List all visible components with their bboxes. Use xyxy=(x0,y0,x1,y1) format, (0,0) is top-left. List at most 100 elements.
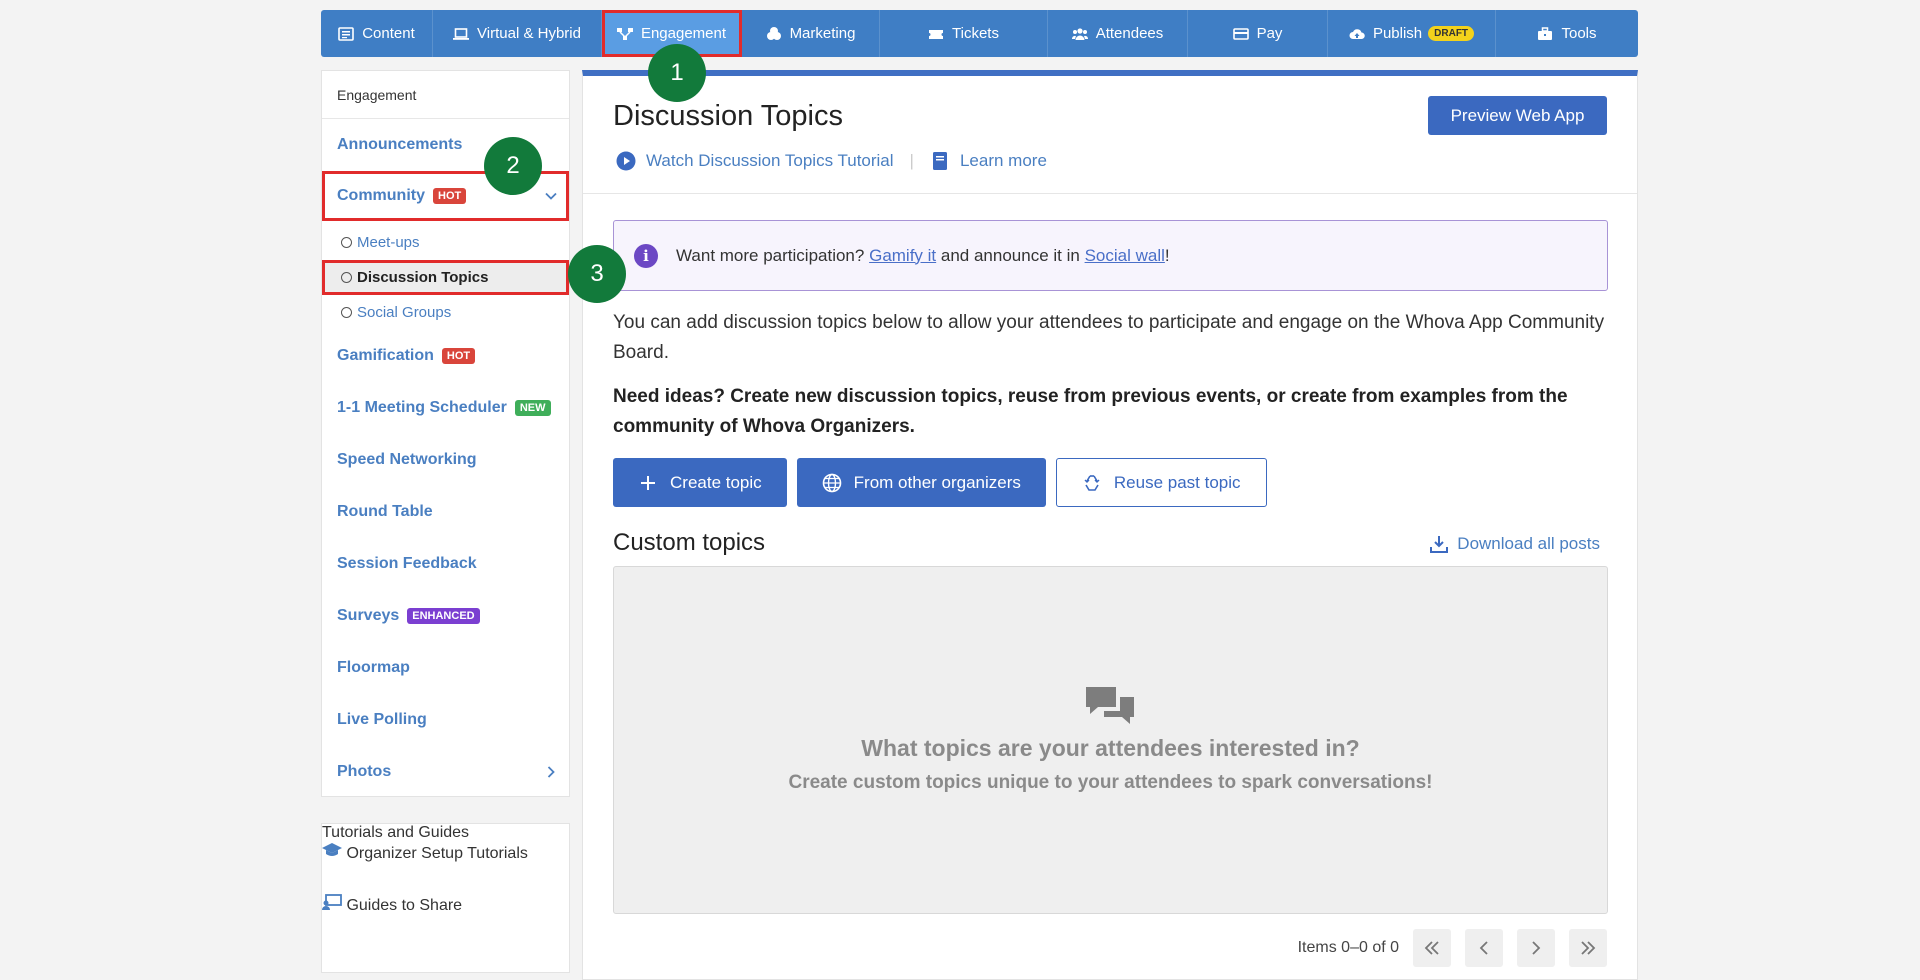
sidebar-item-label: Guides to Share xyxy=(346,897,463,914)
info-text-part: and announce it in xyxy=(940,245,1080,265)
tab-label: Pay xyxy=(1256,25,1283,42)
from-other-organizers-button[interactable]: From other organizers xyxy=(796,458,1046,507)
sidebar-item-label: Gamification xyxy=(337,347,434,364)
pagination-info: Items 0–0 of 0 xyxy=(1297,939,1399,956)
sidebar-item-gamification[interactable]: Gamification HOT xyxy=(322,330,569,382)
empty-state: What topics are your attendees intereste… xyxy=(613,566,1608,914)
sidebar-item-session-feedback[interactable]: Session Feedback xyxy=(322,538,569,590)
presentation-icon xyxy=(322,894,342,910)
tab-virtual-hybrid[interactable]: Virtual & Hybrid xyxy=(433,10,602,57)
circle-icon xyxy=(341,237,352,248)
tab-attendees[interactable]: Attendees xyxy=(1048,10,1188,57)
double-chevron-left-icon xyxy=(1424,941,1439,955)
tab-label: Engagement xyxy=(640,25,727,42)
sidebar-section-title: Engagement xyxy=(322,71,569,119)
double-chevron-right-icon xyxy=(1581,941,1596,955)
main-panel: Discussion Topics Watch Discussion Topic… xyxy=(582,70,1638,980)
empty-state-subtitle: Create custom topics unique to your atte… xyxy=(788,772,1433,793)
graduation-cap-icon xyxy=(322,843,342,856)
tab-label: Virtual & Hybrid xyxy=(477,25,581,42)
page-title: Discussion Topics xyxy=(613,100,843,132)
step-marker-2: 2 xyxy=(484,137,542,195)
sidebar-section-title: Tutorials and Guides xyxy=(322,824,470,841)
tab-tickets[interactable]: Tickets xyxy=(880,10,1048,57)
ticket-icon xyxy=(929,29,944,39)
content-icon xyxy=(338,26,355,41)
tab-content[interactable]: Content xyxy=(321,10,433,57)
sidebar-item-label: Surveys xyxy=(337,607,400,624)
last-page-button[interactable] xyxy=(1569,929,1607,967)
sidebar-item-label: Live Polling xyxy=(337,711,427,728)
info-text-part: Want more participation? xyxy=(676,245,865,265)
pay-icon xyxy=(1232,27,1249,40)
sidebar-item-guides[interactable]: Guides to Share xyxy=(322,894,569,946)
divider: | xyxy=(909,151,914,170)
sidebar-item-speed-networking[interactable]: Speed Networking xyxy=(322,434,569,486)
tab-marketing[interactable]: Marketing xyxy=(742,10,880,57)
tab-label: Attendees xyxy=(1095,25,1164,42)
new-badge: NEW xyxy=(514,400,551,416)
chevron-left-icon xyxy=(1479,941,1488,955)
create-topic-button[interactable]: Create topic xyxy=(613,458,787,507)
enhanced-badge: ENHANCED xyxy=(407,608,480,624)
marketing-icon xyxy=(766,26,781,40)
learn-more-link[interactable]: Learn more xyxy=(960,151,1047,171)
tab-label: Tickets xyxy=(952,25,999,42)
sidebar-item-label: Floormap xyxy=(337,659,410,676)
tab-pay[interactable]: Pay xyxy=(1188,10,1328,57)
button-label: From other organizers xyxy=(853,472,1021,492)
tab-label: Marketing xyxy=(789,25,856,42)
tab-label: Tools xyxy=(1561,25,1597,42)
chat-bubbles-icon xyxy=(1086,687,1134,724)
play-circle-icon xyxy=(616,151,636,171)
sidebar-subitem-social-groups[interactable]: Social Groups xyxy=(322,295,569,330)
engagement-icon xyxy=(616,27,633,40)
sidebar-item-floormap[interactable]: Floormap xyxy=(322,642,569,694)
chevron-right-icon xyxy=(1532,941,1541,955)
sidebar-item-organizer-setup[interactable]: Organizer Setup Tutorials xyxy=(322,842,569,894)
sidebar-subitem-label: Discussion Topics xyxy=(357,269,489,286)
custom-topics-title: Custom topics xyxy=(613,529,766,556)
sidebar-item-label: Photos xyxy=(337,763,392,780)
social-wall-link[interactable]: Social wall xyxy=(1085,246,1165,265)
sidebar-item-meeting-scheduler[interactable]: 1-1 Meeting Scheduler NEW xyxy=(322,382,569,434)
gamify-link[interactable]: Gamify it xyxy=(869,246,936,265)
hot-badge: HOT xyxy=(433,188,467,204)
chevron-down-icon xyxy=(545,192,557,200)
sidebar-item-label: Round Table xyxy=(337,503,433,520)
step-marker-3: 3 xyxy=(568,245,626,303)
attendees-icon xyxy=(1071,27,1088,40)
action-buttons: Create topic From other organizers Reuse… xyxy=(613,458,1267,507)
pagination: Items 0–0 of 0 xyxy=(1298,929,1607,967)
download-all-posts-link[interactable]: Download all posts xyxy=(1429,534,1600,554)
sidebar-item-live-polling[interactable]: Live Polling xyxy=(322,694,569,746)
empty-state-title: What topics are your attendees intereste… xyxy=(861,735,1360,761)
tutorials-sidebar: Tutorials and Guides Organizer Setup Tut… xyxy=(321,823,570,973)
first-page-button[interactable] xyxy=(1413,929,1451,967)
sidebar-item-label: Community xyxy=(337,187,425,204)
sidebar-item-photos[interactable]: Photos xyxy=(322,746,569,798)
tab-tools[interactable]: Tools xyxy=(1496,10,1638,57)
tab-publish[interactable]: Publish DRAFT xyxy=(1328,10,1496,57)
reuse-past-topic-button[interactable]: Reuse past topic xyxy=(1055,458,1267,507)
prev-page-button[interactable] xyxy=(1465,929,1503,967)
sidebar-item-surveys[interactable]: Surveys ENHANCED xyxy=(322,590,569,642)
sidebar-item-label: Session Feedback xyxy=(337,555,477,572)
sidebar-subitem-discussion-topics[interactable]: Discussion Topics xyxy=(322,260,569,295)
cloud-upload-icon xyxy=(1349,28,1365,39)
step-marker-1: 1 xyxy=(648,44,706,102)
description-text: You can add discussion topics below to a… xyxy=(613,312,1605,363)
tutorial-link[interactable]: Watch Discussion Topics Tutorial xyxy=(646,151,894,171)
sidebar-item-round-table[interactable]: Round Table xyxy=(322,486,569,538)
download-icon xyxy=(1430,536,1449,553)
header-links: Watch Discussion Topics Tutorial | Learn… xyxy=(616,151,1047,171)
sidebar-subitem-meetups[interactable]: Meet-ups xyxy=(322,225,569,260)
hot-badge: HOT xyxy=(441,348,476,364)
ideas-text: Need ideas? Create new discussion topics… xyxy=(613,386,1568,437)
next-page-button[interactable] xyxy=(1517,929,1555,967)
preview-web-app-button[interactable]: Preview Web App xyxy=(1428,96,1607,135)
button-label: Create topic xyxy=(670,472,762,492)
circle-icon xyxy=(341,307,352,318)
sidebar-subitem-label: Social Groups xyxy=(357,304,452,321)
chevron-right-icon xyxy=(547,766,555,778)
